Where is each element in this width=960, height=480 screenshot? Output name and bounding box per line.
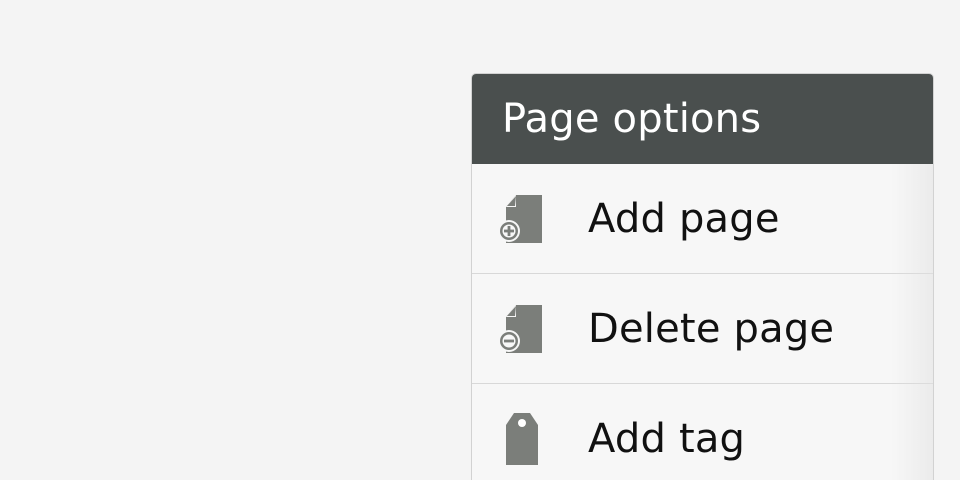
screen: Page options Add page Delete page Add ta…	[0, 0, 960, 480]
menu-item-label: Delete page	[588, 305, 835, 352]
menu-item-label: Add tag	[588, 416, 746, 462]
menu-item-label: Add page	[588, 195, 780, 242]
tag-icon	[496, 411, 548, 467]
delete-page-icon	[496, 301, 548, 357]
options-menu: Add page Delete page Add tag	[472, 164, 933, 480]
add-page-icon	[496, 191, 548, 247]
menu-item-delete-page[interactable]: Delete page	[472, 274, 933, 384]
menu-item-add-page[interactable]: Add page	[472, 164, 933, 274]
dialog-title: Page options	[502, 96, 762, 142]
menu-item-add-tag[interactable]: Add tag	[472, 384, 933, 480]
dialog-header: Page options	[472, 74, 933, 164]
page-options-dialog: Page options Add page Delete page Add ta…	[472, 74, 933, 480]
